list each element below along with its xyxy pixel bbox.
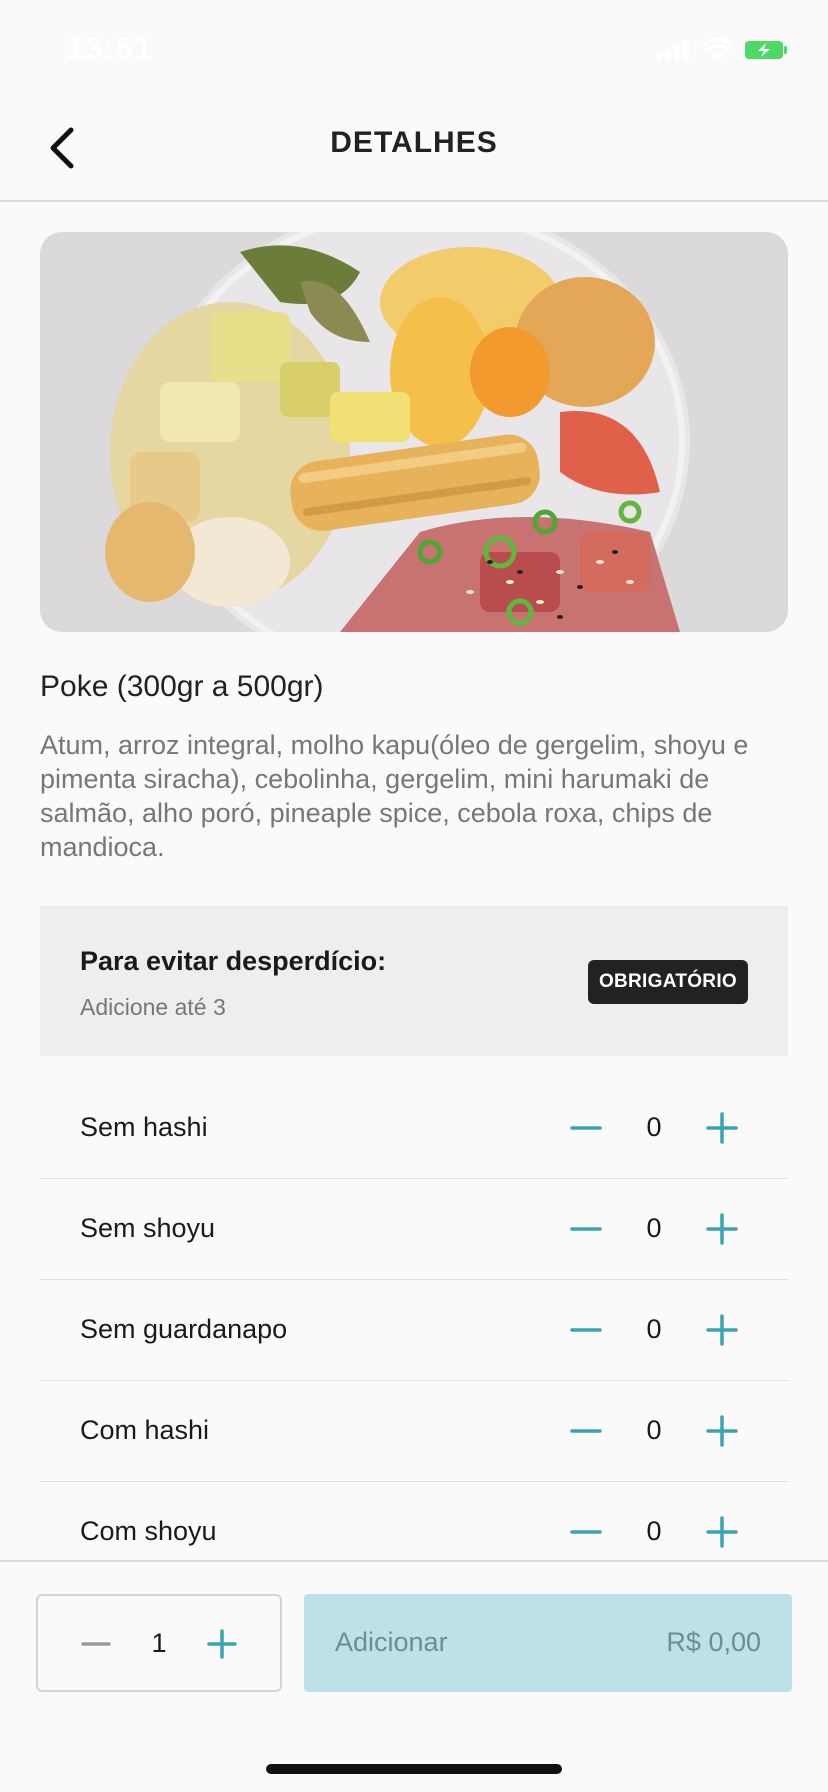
option-label: Com hashi	[80, 1415, 210, 1445]
decrement-button[interactable]	[560, 1405, 612, 1457]
option-quantity: 0	[646, 1112, 662, 1142]
add-to-cart-button[interactable]: Adicionar R$ 0,00	[304, 1594, 792, 1692]
signal-icon	[656, 40, 689, 61]
wifi-icon	[702, 38, 734, 60]
option-quantity: 0	[646, 1314, 662, 1344]
options-list: Sem hashi 0 Sem shoyu 0 Sem guardanapo 0…	[40, 1078, 788, 1583]
option-row: Sem shoyu 0	[40, 1179, 788, 1280]
options-group-header: Para evitar desperdício: Adicione até 3 …	[40, 906, 788, 1056]
option-row: Sem hashi 0	[40, 1078, 788, 1179]
option-row: Com hashi 0	[40, 1381, 788, 1482]
decrement-button[interactable]	[560, 1102, 612, 1154]
increment-button[interactable]	[696, 1506, 748, 1558]
option-quantity: 0	[646, 1415, 662, 1445]
status-icons	[656, 38, 788, 62]
add-button-price: R$ 0,00	[666, 1627, 761, 1657]
required-badge: OBRIGATÓRIO	[587, 960, 748, 1004]
option-label: Com shoyu	[80, 1516, 217, 1546]
status-time: 13:51	[66, 30, 153, 66]
increment-button[interactable]	[696, 1405, 748, 1457]
bottom-action-bar: 1 Adicionar R$ 0,00	[0, 1560, 828, 1792]
minus-icon	[81, 1642, 111, 1646]
quantity-decrement-button[interactable]	[72, 1620, 120, 1668]
plus-icon	[706, 1516, 738, 1548]
minus-icon	[570, 1328, 602, 1332]
option-stepper: 0	[560, 1506, 748, 1558]
plus-icon	[207, 1629, 237, 1659]
decrement-button[interactable]	[560, 1506, 612, 1558]
navigation-header: DETALHES	[0, 96, 828, 202]
option-quantity: 0	[646, 1213, 662, 1243]
option-quantity: 0	[646, 1516, 662, 1546]
option-stepper: 0	[560, 1405, 748, 1457]
product-details-screen: 13:51 DETALHES Poke (300gr a 500gr) Atum…	[0, 0, 828, 1792]
minus-icon	[570, 1227, 602, 1231]
quantity-value: 1	[151, 1628, 167, 1658]
increment-button[interactable]	[696, 1102, 748, 1154]
decrement-button[interactable]	[560, 1203, 612, 1255]
plus-icon	[706, 1314, 738, 1346]
product-description: Atum, arroz integral, molho kapu(óleo de…	[40, 730, 749, 862]
minus-icon	[570, 1530, 602, 1534]
option-label: Sem shoyu	[80, 1213, 216, 1243]
option-stepper: 0	[560, 1203, 748, 1255]
option-label: Sem hashi	[80, 1112, 208, 1142]
increment-button[interactable]	[696, 1304, 748, 1356]
page-title: DETALHES	[330, 126, 498, 159]
minus-icon	[570, 1126, 602, 1130]
option-stepper: 0	[560, 1304, 748, 1356]
options-group-subtitle: Adicione até 3	[80, 994, 226, 1020]
minus-icon	[570, 1429, 602, 1433]
plus-icon	[706, 1415, 738, 1447]
options-group-title: Para evitar desperdício:	[80, 946, 387, 976]
plus-icon	[706, 1213, 738, 1245]
plus-icon	[706, 1112, 738, 1144]
home-indicator	[266, 1764, 562, 1774]
decrement-button[interactable]	[560, 1304, 612, 1356]
option-label: Sem guardanapo	[80, 1314, 288, 1344]
option-stepper: 0	[560, 1102, 748, 1154]
increment-button[interactable]	[696, 1203, 748, 1255]
option-row: Sem guardanapo 0	[40, 1280, 788, 1381]
product-name: Poke (300gr a 500gr)	[40, 670, 324, 703]
quantity-increment-button[interactable]	[198, 1620, 246, 1668]
add-button-label: Adicionar	[335, 1627, 448, 1657]
status-bar: 13:51	[0, 0, 828, 96]
battery-charging-icon	[745, 41, 787, 59]
product-image	[40, 232, 788, 632]
quantity-stepper: 1	[36, 1594, 282, 1692]
